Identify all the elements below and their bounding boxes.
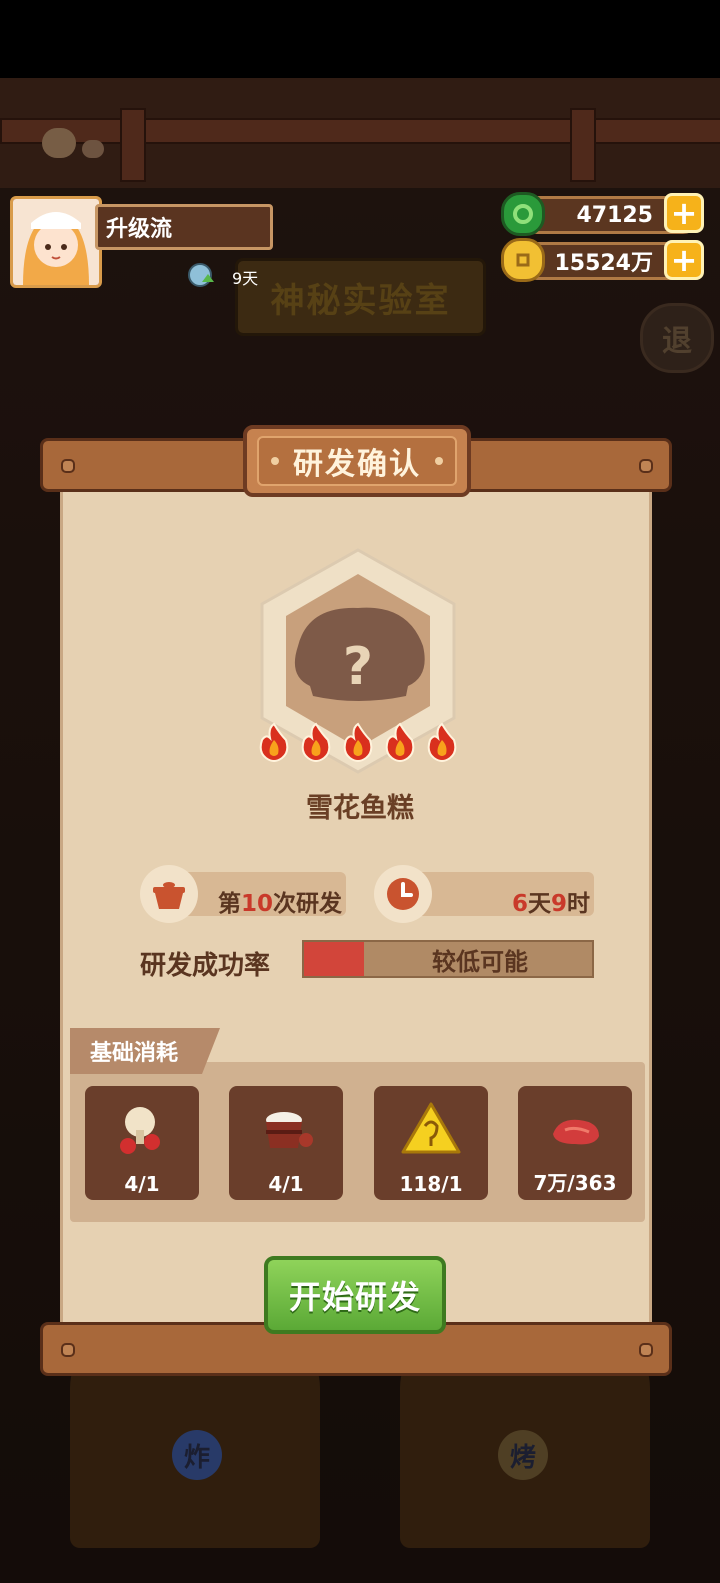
research-time: 6天9时 <box>490 884 590 918</box>
days-counter: 9天 <box>232 269 259 288</box>
item-slot[interactable]: 4/1 <box>85 1086 199 1200</box>
hourglass-icon <box>188 262 216 288</box>
exit-button[interactable]: 退 <box>640 303 714 373</box>
success-rate-text: 较低可能 <box>432 947 528 976</box>
flame-icon <box>259 722 289 762</box>
coin-icon <box>501 238 545 282</box>
nail <box>639 1343 653 1357</box>
success-rate-fill <box>304 942 365 976</box>
dish-name: 雪花鱼糕 <box>306 793 414 824</box>
nail <box>61 459 75 473</box>
nail <box>61 1343 75 1357</box>
flame-icon <box>343 722 373 762</box>
pot-icon <box>140 865 198 923</box>
avatar[interactable] <box>10 196 102 288</box>
time-hours-unit: 时 <box>567 891 590 917</box>
item-slot[interactable]: 7万/363 <box>518 1086 632 1200</box>
success-rate-bar: 较低可能 <box>302 940 594 978</box>
clock-icon <box>374 865 432 923</box>
attempt-prefix: 第 <box>218 891 241 917</box>
nail <box>639 459 653 473</box>
time-days: 6 <box>511 891 528 917</box>
flame-icon <box>427 722 457 762</box>
dialog-title: 研发确认 <box>293 447 421 482</box>
time-hours: 9 <box>550 891 567 917</box>
player-name: 升级流 <box>95 204 273 250</box>
coin-amount: 15524万 <box>554 251 653 276</box>
jade-icon <box>501 192 545 236</box>
item-amount: 4/1 <box>268 1172 304 1196</box>
avatar-girl-icon <box>13 199 99 285</box>
item-slot[interactable]: 4/1 <box>229 1086 343 1200</box>
success-rate-label: 研发成功率 <box>140 951 271 981</box>
difficulty-flames <box>258 722 458 764</box>
item-amount: 4/1 <box>124 1172 160 1196</box>
add-jade-button[interactable]: + <box>664 193 704 233</box>
lab-sign: 神秘实验室 <box>235 258 486 336</box>
drumstick-pepper-icon <box>120 1107 160 1154</box>
attempt-count: 第10次研发 <box>218 884 342 918</box>
title-dot <box>435 457 443 465</box>
golden-triangle-charm-icon <box>401 1102 461 1154</box>
rice-bowl-icon <box>266 1112 313 1148</box>
item-amount: 118/1 <box>399 1172 463 1196</box>
consumption-title: 基础消耗 <box>70 1028 220 1074</box>
item-slot[interactable]: 118/1 <box>374 1086 488 1200</box>
dialog-title-inner: 研发确认 <box>257 436 457 486</box>
flame-icon <box>301 722 331 762</box>
raw-meat-icon <box>553 1119 599 1145</box>
unknown-dish-mark: ? <box>343 637 373 697</box>
time-days-unit: 天 <box>527 891 551 917</box>
title-dot <box>271 457 279 465</box>
attempt-number: 10 <box>241 891 274 917</box>
jade-amount: 47125 <box>576 202 653 228</box>
dialog-title-plate: 研发确认 <box>243 425 471 497</box>
item-amount: 7万/363 <box>533 1171 617 1195</box>
add-coin-button[interactable]: + <box>664 240 704 280</box>
flame-icon <box>385 722 415 762</box>
attempt-suffix: 次研发 <box>273 891 343 917</box>
start-research-button[interactable]: 开始研发 <box>264 1256 446 1334</box>
